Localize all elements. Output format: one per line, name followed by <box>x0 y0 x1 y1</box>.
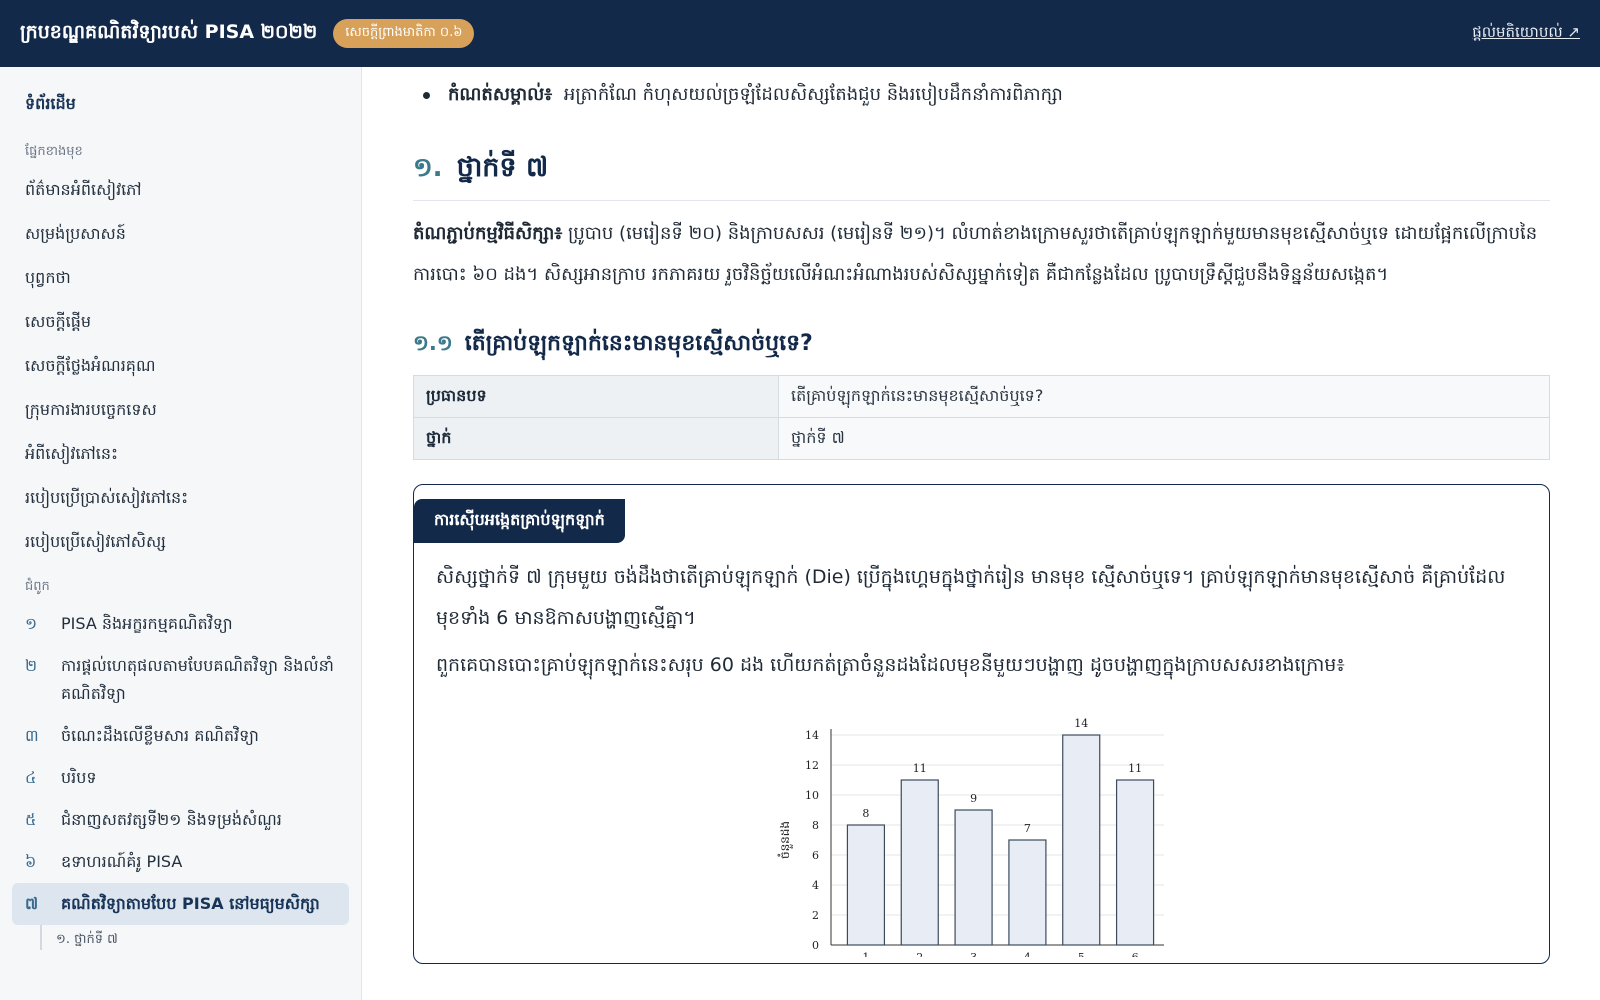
sidebar-item-about-this-book[interactable]: អំពីសៀវភៅនេះ <box>12 432 349 476</box>
curriculum-label: តំណភ្ជាប់កម្មវិធីសិក្សា៖ <box>413 223 563 244</box>
chapter-number: ៥ <box>25 810 37 829</box>
y-tick-label: 6 <box>812 849 819 862</box>
chapter-label: PISA និងអក្ខរកម្មគណិតវិទ្យា <box>61 614 233 633</box>
meta-value-topic: តើគ្រាប់ឡុកឡាក់នេះមានមុខស្មើសាច់ឬទេ? <box>778 375 1550 418</box>
sidebar-subitem-grade-7[interactable]: ១. ថ្នាក់ទី ៧ <box>40 925 349 950</box>
dice-investigation-card: ការស៊ើបអង្កេតគ្រាប់ឡុកឡាក់ សិស្សថ្នាក់ទី… <box>413 484 1550 964</box>
draft-badge: សេចក្តីព្រាងមាតិកា ០.៦ <box>333 19 475 48</box>
x-tick-label: 6 <box>1132 951 1139 957</box>
bar <box>846 824 886 946</box>
y-tick-label: 12 <box>805 759 819 772</box>
bar-data-label: 9 <box>970 792 977 805</box>
chapter-label: ចំណេះដឹងលើខ្លឹមសារ គណិតវិទ្យា <box>61 726 259 745</box>
card-paragraph-1: សិស្សថ្នាក់ទី ៧ ក្រុមមួយ ចង់ដឹងថាតើគ្រាប… <box>436 566 1506 629</box>
chapters-section-label: ជំពូក <box>25 579 50 594</box>
sidebar-item-preface[interactable]: បុព្វកថា <box>12 256 349 300</box>
bar-chart: 02468101214ចំនួនដង811129374145116 <box>759 717 1179 963</box>
bar <box>1062 734 1101 946</box>
sidebar-chapter-1[interactable]: ១ PISA និងអក្ខរកម្មគណិតវិទ្យា <box>12 603 349 645</box>
x-tick-label: 4 <box>1024 951 1031 957</box>
bar-data-label: 7 <box>1024 822 1031 835</box>
top-header: ក្របខណ្ឌគណិតវិទ្យារបស់ PISA ២០២២ សេចក្តី… <box>0 0 1600 67</box>
y-tick-label: 4 <box>812 879 819 892</box>
sidebar: ទំព័រដើម ផ្នែកខាងមុខ ព័ត៌មានអំពីសៀវភៅ សម… <box>0 67 362 1000</box>
main-content: កំណត់សម្គាល់៖ អត្រាកំណែ កំហុសយល់ច្រឡំដែល… <box>362 67 1600 1000</box>
sidebar-item-student-book-use[interactable]: របៀបប្រើសៀវភៅសិស្ស <box>12 520 349 564</box>
x-tick-label: 1 <box>862 951 869 957</box>
sidebar-chapter-3[interactable]: ៣ ចំណេះដឹងលើខ្លឹមសារ គណិតវិទ្យា <box>12 715 349 757</box>
bar-data-label: 8 <box>862 807 869 820</box>
app-title[interactable]: ក្របខណ្ឌគណិតវិទ្យារបស់ PISA ២០២២ <box>20 20 317 48</box>
sidebar-item-how-to-use[interactable]: របៀបប្រើប្រាស់សៀវភៅនេះ <box>12 476 349 520</box>
chapter-label: ជំនាញសតវត្សទី២១ និងទម្រង់សំណួរ <box>61 810 282 829</box>
subsection-title: តើគ្រាប់ឡុកឡាក់នេះមានមុខស្មើសាច់ឬទេ? <box>464 331 813 356</box>
bar-chart-svg: 02468101214ចំនួនដង811129374145116 <box>777 717 1164 963</box>
sidebar-chapter-7-active[interactable]: ៧ គណិតវិទ្យាតាមបែប PISA នៅមធ្យមសិក្សា <box>12 883 349 925</box>
bar-data-label: 11 <box>913 762 927 775</box>
y-tick-label: 8 <box>812 819 819 832</box>
bar <box>954 809 993 946</box>
meta-key-topic: ប្រធានបទ <box>413 375 779 418</box>
curriculum-text: ប្រូបាប (មេរៀនទី ២០) និងក្រាបសសរ (មេរៀនទ… <box>413 223 1538 285</box>
y-tick-label: 2 <box>812 909 819 922</box>
chapter-number: ៣ <box>25 726 39 745</box>
chapter-number: ៦ <box>25 852 37 871</box>
subsection-number: ១.១ <box>413 331 453 355</box>
x-tick-label: 5 <box>1078 951 1085 957</box>
y-tick-label: 0 <box>812 939 819 952</box>
bar-data-label: 14 <box>1074 717 1088 730</box>
section-heading: ១. ថ្នាក់ទី ៧ <box>413 151 1550 201</box>
y-axis-label: ចំនួនដង <box>777 821 793 859</box>
sidebar-home-link[interactable]: ទំព័រដើម <box>12 89 349 121</box>
task-meta-table: ប្រធានបទ តើគ្រាប់ឡុកឡាក់នេះមានមុខស្មើសាច… <box>413 375 1550 460</box>
y-tick-label: 10 <box>805 789 819 802</box>
sidebar-item-acknowledgements[interactable]: សេចក្តីថ្លែងអំណរគុណ <box>12 344 349 388</box>
curriculum-paragraph: តំណភ្ជាប់កម្មវិធីសិក្សា៖ ប្រូបាប (មេរៀនទ… <box>413 213 1550 295</box>
card-paragraph-2: ពួកគេបានបោះគ្រាប់ឡុកឡាក់នេះសរុប 60 ដង ហើ… <box>436 654 1345 676</box>
note-text: អត្រាកំណែ កំហុសយល់ច្រឡំដែលសិស្សតែងជួប និ… <box>563 84 1063 105</box>
x-tick-label: 2 <box>916 951 923 957</box>
chapter-label: បរិបទ <box>61 768 97 787</box>
chapter-number: ២ <box>25 656 38 675</box>
chapter-label: គណិតវិទ្យាតាមបែប PISA នៅមធ្យមសិក្សា <box>61 894 320 913</box>
chapter-label: ឧទាហរណ៍គំរូ PISA <box>61 852 183 871</box>
card-body: សិស្សថ្នាក់ទី ៧ ក្រុមមួយ ចង់ដឹងថាតើគ្រាប… <box>414 557 1549 686</box>
bar <box>900 779 939 946</box>
sidebar-chapter-2[interactable]: ២ ការផ្តល់ហេតុផលតាមបែបគណិតវិទ្យា និងលំនា… <box>12 645 349 715</box>
subsection-heading: ១.១ តើគ្រាប់ឡុកឡាក់នេះមានមុខស្មើសាច់ឬទេ? <box>413 329 1550 361</box>
sidebar-item-quote[interactable]: សម្រង់ប្រសាសន៍ <box>12 212 349 256</box>
chapter-number: ៤ <box>25 768 37 787</box>
table-row: ប្រធានបទ តើគ្រាប់ឡុកឡាក់នេះមានមុខស្មើសាច… <box>413 375 1550 418</box>
front-matter-section-label: ផ្នែកខាងមុខ <box>25 144 83 159</box>
meta-key-grade: ថ្នាក់ <box>413 417 779 460</box>
bar <box>1115 779 1155 946</box>
sidebar-item-about-book[interactable]: ព័ត៌មានអំពីសៀវភៅ <box>12 168 349 212</box>
chapter-number: ៧ <box>25 894 39 913</box>
table-row: ថ្នាក់ ថ្នាក់ទី ៧ <box>413 417 1550 460</box>
bullet-dot <box>423 92 430 99</box>
sidebar-item-introduction[interactable]: សេចក្តីផ្តើម <box>12 300 349 344</box>
note-label: កំណត់សម្គាល់៖ <box>448 84 553 105</box>
feedback-link[interactable]: ផ្តល់មតិយោបល់ ↗ <box>1472 23 1580 45</box>
y-tick-label: 14 <box>805 729 819 742</box>
sidebar-item-technical-team[interactable]: ក្រុមការងារបច្ចេកទេស <box>12 388 349 432</box>
meta-value-grade: ថ្នាក់ទី ៧ <box>778 417 1550 460</box>
sidebar-chapter-6[interactable]: ៦ ឧទាហរណ៍គំរូ PISA <box>12 841 349 883</box>
chapter-label: ការផ្តល់ហេតុផលតាមបែបគណិតវិទ្យា និងលំនាំគ… <box>61 656 334 703</box>
section-title: ថ្នាក់ទី ៧ <box>456 152 549 183</box>
section-number: ១. <box>413 153 443 183</box>
bar <box>1008 839 1047 946</box>
note-bullet: កំណត់សម្គាល់៖ អត្រាកំណែ កំហុសយល់ច្រឡំដែល… <box>413 81 1550 109</box>
sidebar-chapter-4[interactable]: ៤ បរិបទ <box>12 757 349 799</box>
x-tick-label: 3 <box>970 951 977 957</box>
chapter-number: ១ <box>25 614 38 633</box>
bar-data-label: 11 <box>1128 762 1142 775</box>
sidebar-chapter-5[interactable]: ៥ ជំនាញសតវត្សទី២១ និងទម្រង់សំណួរ <box>12 799 349 841</box>
card-tab-title: ការស៊ើបអង្កេតគ្រាប់ឡុកឡាក់ <box>414 499 625 543</box>
